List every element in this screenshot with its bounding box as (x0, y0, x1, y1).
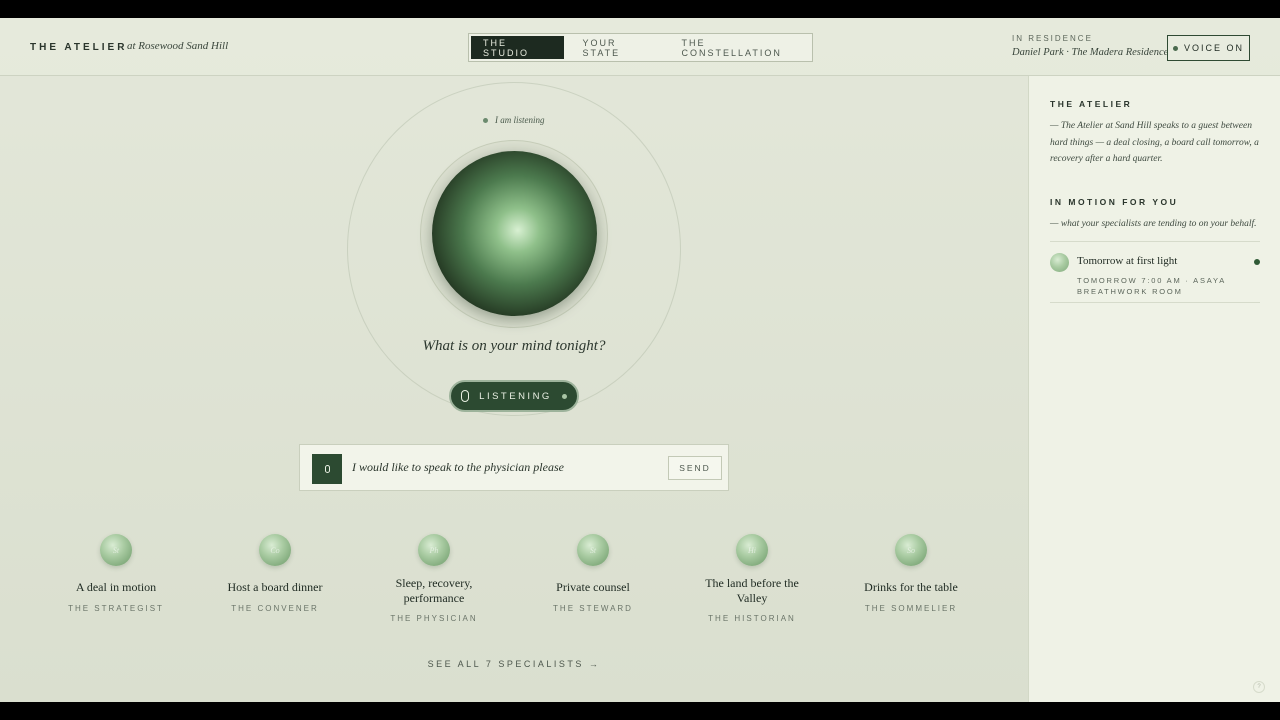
task-orb-icon (1050, 253, 1069, 272)
tab-your-state[interactable]: YOUR STATE (566, 34, 670, 61)
studio-main: I am listening What is on your mind toni… (0, 76, 1028, 702)
specialist-orb-icon: So (895, 534, 927, 566)
specialist-title: Host a board dinner (227, 580, 323, 594)
specialist-physician[interactable]: Ph Sleep, recovery, performance THE PHYS… (359, 534, 509, 623)
specialist-role: THE HISTORIAN (708, 614, 796, 623)
sidebar-heading: THE ATELIER (1050, 99, 1133, 109)
specialist-role: THE PHYSICIAN (390, 614, 478, 623)
specialist-role: THE CONVENER (231, 603, 319, 613)
listening-dot-icon (483, 117, 488, 123)
residence-label: IN RESIDENCE (1012, 34, 1093, 43)
specialist-role: THE STRATEGIST (68, 603, 164, 613)
divider (1050, 241, 1260, 242)
see-all-specialists-link[interactable]: SEE ALL 7 SPECIALISTS → (0, 659, 1028, 669)
task-meta: TOMORROW 7:00 AM · ASAYA BREATHWORK ROOM (1077, 276, 1226, 296)
brand-location: at Rosewood Sand Hill (127, 40, 229, 52)
right-sidebar: THE ATELIER — The Atelier at Sand Hill s… (1028, 76, 1280, 702)
specialist-title: The land before the Valley (705, 576, 799, 605)
brand-name: THE ATELIER (30, 42, 128, 53)
specialist-historian[interactable]: Hi The land before the Valley THE HISTOR… (677, 534, 827, 623)
microphone-icon (461, 390, 470, 402)
listening-button[interactable]: LISTENING (449, 380, 579, 412)
listening-status-text: I am listening (495, 115, 545, 125)
specialist-title: Private counsel (556, 580, 630, 594)
specialist-orb-icon: St (100, 534, 132, 566)
residence-name: Daniel Park · The Madera Residence (1012, 47, 1169, 58)
message-input[interactable] (352, 460, 652, 475)
voice-toggle-label: VOICE ON (1183, 43, 1244, 53)
specialist-role: THE STEWARD (553, 603, 633, 613)
specialist-orb-icon: Co (259, 534, 291, 566)
voice-orb[interactable] (432, 151, 597, 316)
listening-status: I am listening (483, 115, 545, 125)
mic-button[interactable] (312, 454, 342, 484)
specialist-title: Sleep, recovery, performance (395, 576, 473, 605)
voice-toggle-button[interactable]: VOICE ON (1167, 35, 1250, 61)
specialist-title: A deal in motion (75, 580, 157, 594)
sidebar-intro: — The Atelier at Sand Hill speaks to a g… (1050, 121, 1259, 164)
prompt-question: What is on your mind tonight? (422, 338, 606, 354)
specialist-orb-icon: Ph (418, 534, 450, 566)
message-composer: SEND (299, 444, 729, 491)
specialist-title: Drinks for the table (864, 580, 958, 594)
tab-the-studio[interactable]: THE STUDIO (471, 36, 564, 59)
in-motion-subtitle: — what your specialists are tending to o… (1050, 219, 1257, 229)
task-active-dot-icon (1254, 259, 1260, 265)
specialist-sommelier[interactable]: So Drinks for the table THE SOMMELIER (836, 534, 986, 613)
task-title[interactable]: Tomorrow at first light (1077, 255, 1177, 267)
tab-the-constellation[interactable]: THE CONSTELLATION (670, 34, 812, 61)
listening-button-label: LISTENING (479, 390, 552, 402)
main-tabs: THE STUDIO YOUR STATE THE CONSTELLATION (468, 33, 813, 62)
top-bar: THE ATELIER at Rosewood Sand Hill THE ST… (0, 18, 1280, 76)
specialist-strategist[interactable]: St A deal in motion THE STRATEGIST (41, 534, 191, 613)
specialist-role: THE SOMMELIER (864, 603, 958, 613)
app-frame: THE ATELIER at Rosewood Sand Hill THE ST… (0, 18, 1280, 702)
divider (1050, 302, 1260, 303)
microphone-icon (324, 465, 330, 473)
voice-status-dot-icon (1172, 45, 1178, 51)
listening-indicator-dot-icon (561, 393, 567, 399)
send-button[interactable]: SEND (668, 456, 722, 480)
specialist-orb-icon: St (577, 534, 609, 566)
specialist-orb-icon: Hi (736, 534, 768, 566)
specialist-steward[interactable]: St Private counsel THE STEWARD (518, 534, 668, 613)
specialist-convener[interactable]: Co Host a board dinner THE CONVENER (200, 534, 350, 613)
help-icon[interactable]: ? (1253, 681, 1265, 693)
in-motion-heading: IN MOTION FOR YOU (1050, 197, 1179, 207)
